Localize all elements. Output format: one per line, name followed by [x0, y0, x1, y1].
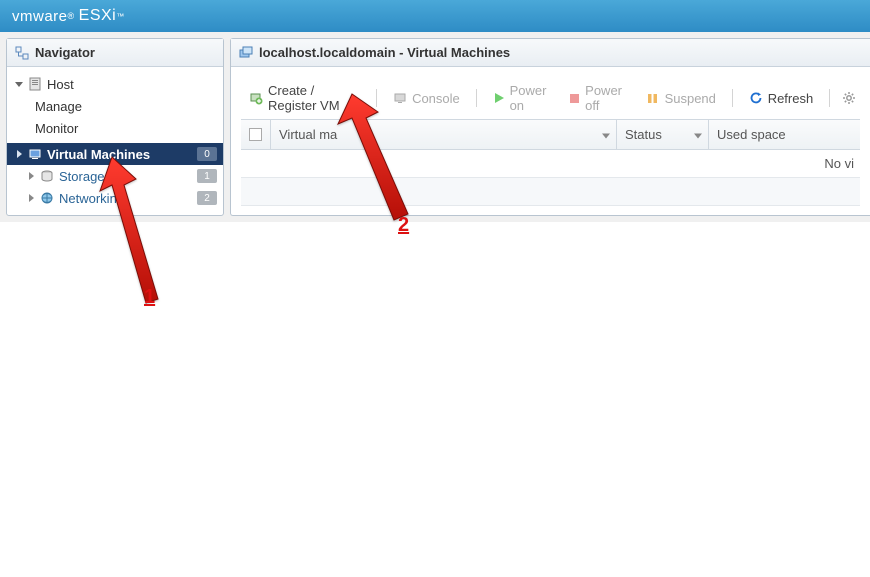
tree-manage[interactable]: Manage: [35, 95, 223, 117]
toolbar-separator: [376, 89, 377, 107]
refresh-label: Refresh: [768, 91, 814, 106]
tree-networking[interactable]: Networking 2: [7, 187, 223, 209]
logo-tm: ™: [116, 12, 125, 21]
annotation-label-1: 1: [144, 286, 155, 309]
navigator-title: Navigator: [35, 45, 95, 60]
console-button[interactable]: Console: [385, 86, 468, 110]
manage-label: Manage: [35, 99, 82, 114]
gear-icon: [842, 91, 856, 105]
refresh-icon: [749, 91, 763, 105]
suspend-button[interactable]: Suspend: [638, 86, 724, 110]
empty-text: No vi: [824, 156, 854, 171]
vm-icon: [27, 146, 43, 162]
network-icon: [39, 190, 55, 206]
col-virtual-machine[interactable]: Virtual ma: [271, 120, 617, 149]
settings-button[interactable]: [838, 86, 860, 110]
chevron-down-icon[interactable]: [694, 127, 702, 142]
col-status-label: Status: [625, 127, 662, 142]
main-title: localhost.localdomain - Virtual Machines: [259, 45, 510, 60]
tree-host[interactable]: Host: [7, 73, 223, 95]
monitor-label: Monitor: [35, 121, 78, 136]
refresh-button[interactable]: Refresh: [741, 86, 822, 110]
logo-esxi: ESXi: [79, 7, 117, 25]
networking-badge: 2: [197, 191, 217, 205]
vm-badge: 0: [197, 147, 217, 161]
console-icon: [393, 91, 407, 105]
host-label: Host: [47, 77, 217, 92]
power-on-button[interactable]: Power on: [485, 86, 560, 110]
navigator-icon: [15, 46, 29, 60]
caret-right-icon[interactable]: [25, 192, 37, 204]
play-icon: [493, 91, 505, 105]
navigator-tree: Host Manage Monitor Virtual Machines 0: [7, 67, 223, 215]
app-header: vmware® ESXi™: [0, 0, 870, 32]
networking-label: Networking: [59, 191, 197, 206]
stop-icon: [569, 91, 580, 105]
caret-right-icon[interactable]: [25, 170, 37, 182]
logo-ware: ware: [33, 8, 68, 25]
create-label: Create / Register VM: [268, 83, 360, 113]
toolbar-separator: [829, 89, 830, 107]
navigator-panel: Navigator Host Manage Monitor: [6, 38, 224, 216]
tree-virtual-machines[interactable]: Virtual Machines 0: [7, 143, 223, 165]
product-logo: vmware® ESXi™: [12, 7, 125, 25]
vms-grid: Virtual ma Status Used space No vi: [241, 119, 860, 206]
suspend-label: Suspend: [665, 91, 716, 106]
host-children: Manage Monitor: [7, 95, 223, 139]
main-title-bar: localhost.localdomain - Virtual Machines: [231, 39, 870, 67]
poweron-label: Power on: [510, 83, 552, 113]
logo-reg: ®: [68, 11, 75, 21]
power-off-button[interactable]: Power off: [561, 86, 635, 110]
logo-vm: vm: [12, 8, 33, 25]
host-icon: [27, 76, 43, 92]
pause-icon: [646, 91, 660, 105]
storage-badge: 1: [197, 169, 217, 183]
grid-empty-row: No vi: [241, 150, 860, 178]
toolbar-separator: [732, 89, 733, 107]
poweroff-label: Power off: [585, 83, 627, 113]
main-panel: localhost.localdomain - Virtual Machines…: [230, 38, 870, 216]
vm-group-icon: [239, 46, 253, 60]
grid-header: Virtual ma Status Used space: [241, 120, 860, 150]
storage-icon: [39, 168, 55, 184]
storage-label: Storage: [59, 169, 197, 184]
create-register-vm-button[interactable]: Create / Register VM: [241, 86, 368, 110]
tree-storage[interactable]: Storage 1: [7, 165, 223, 187]
col-status[interactable]: Status: [617, 120, 709, 149]
chevron-down-icon[interactable]: [602, 127, 610, 142]
col-vm-label: Virtual ma: [279, 127, 337, 142]
select-all-checkbox[interactable]: [241, 120, 271, 149]
vm-label: Virtual Machines: [47, 147, 197, 162]
toolbar: Create / Register VM Console Power on: [231, 81, 870, 115]
navigator-title-bar: Navigator: [7, 39, 223, 67]
col-used-label: Used space: [717, 127, 786, 142]
console-label: Console: [412, 91, 460, 106]
col-used-space[interactable]: Used space: [709, 120, 860, 149]
grid-row-alt: [241, 178, 860, 206]
caret-right-icon[interactable]: [13, 148, 25, 160]
create-vm-icon: [249, 91, 263, 105]
toolbar-separator: [476, 89, 477, 107]
caret-down-icon[interactable]: [13, 78, 25, 90]
tree-monitor[interactable]: Monitor: [35, 117, 223, 139]
